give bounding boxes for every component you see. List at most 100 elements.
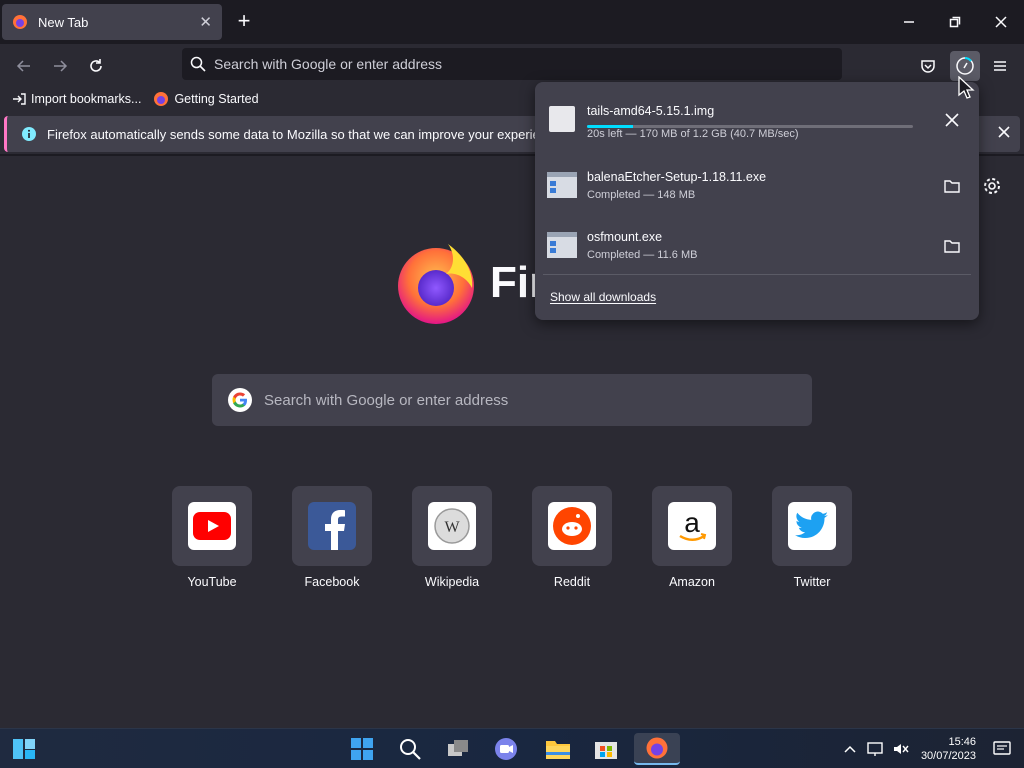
top-site-label: Wikipedia (424, 575, 480, 589)
download-filename: balenaEtcher-Setup-1.18.11.exe (587, 170, 767, 184)
windows-start-icon (351, 738, 373, 760)
file-icon (549, 106, 575, 132)
forward-arrow-icon (54, 60, 68, 72)
tab-close-button[interactable]: ✕ (199, 13, 212, 31)
top-site-facebook[interactable]: Facebook (292, 486, 372, 589)
panel-divider (543, 274, 971, 275)
top-site-label: Twitter (793, 575, 831, 589)
microsoft-store-button[interactable] (586, 733, 626, 765)
minimize-button[interactable] (886, 0, 932, 44)
clock[interactable]: 15:46 30/07/2023 (921, 735, 976, 763)
app-menu-button[interactable] (986, 52, 1014, 80)
clock-date: 30/07/2023 (920, 750, 976, 762)
top-site-label: YouTube (187, 575, 237, 589)
download-item[interactable]: balenaEtcher-Setup-1.18.11.exe Completed… (535, 156, 979, 216)
show-hidden-icons-button[interactable] (838, 733, 862, 765)
top-site-label: Reddit (553, 575, 591, 589)
task-view-icon (448, 740, 468, 756)
network-button[interactable] (862, 733, 888, 765)
firefox-icon (646, 737, 668, 759)
import-icon (13, 93, 26, 105)
navigation-toolbar (0, 44, 1024, 86)
firefox-icon (154, 92, 169, 106)
top-site-wikipedia[interactable]: W Wikipedia (412, 486, 492, 589)
search-icon (400, 739, 421, 760)
task-view-button[interactable] (438, 733, 478, 765)
firefox-logo-area: Fir (396, 240, 546, 326)
top-site-label: Facebook (304, 575, 360, 589)
minimize-icon (904, 21, 914, 23)
network-icon (867, 742, 883, 756)
notifications-button[interactable] (988, 733, 1016, 765)
reddit-icon (548, 502, 596, 550)
store-icon (595, 742, 617, 759)
taskbar: 15:46 30/07/2023 (0, 728, 1024, 768)
svg-text:W: W (444, 519, 460, 536)
speaker-muted-icon (894, 744, 909, 754)
mouse-cursor-icon (958, 76, 975, 99)
newtab-search-input[interactable] (264, 391, 784, 409)
top-site-twitter[interactable]: Twitter (772, 486, 852, 589)
clock-time: 15:46 (948, 736, 976, 748)
chevron-up-icon (844, 745, 856, 753)
address-bar[interactable] (182, 48, 842, 80)
personalize-settings-button[interactable] (982, 176, 1002, 201)
forward-button[interactable] (46, 52, 74, 80)
show-all-downloads-link[interactable]: Show all downloads (550, 290, 656, 304)
search-icon (190, 56, 206, 72)
back-button[interactable] (10, 52, 38, 80)
bookmark-label: Import bookmarks... (31, 92, 142, 106)
download-filename: osfmount.exe (587, 230, 663, 244)
firefox-taskbar-button[interactable] (634, 733, 680, 765)
start-button[interactable] (342, 733, 382, 765)
exe-file-icon (547, 172, 577, 198)
notification-close-button[interactable] (996, 124, 1012, 143)
pocket-icon (921, 60, 935, 73)
downloads-panel: tails-amd64-5.15.1.img 20s left — 170 MB… (535, 82, 979, 320)
tab-title: New Tab (38, 14, 89, 30)
folder-icon (944, 240, 960, 253)
teams-chat-button[interactable] (486, 733, 526, 765)
address-input[interactable] (214, 56, 814, 72)
hamburger-menu-icon (994, 61, 1006, 71)
close-icon (995, 16, 1007, 28)
top-site-amazon[interactable]: a Amazon (652, 486, 732, 589)
widgets-button[interactable] (4, 733, 44, 765)
svg-text:a: a (684, 507, 700, 538)
tab-new-tab[interactable]: New Tab ✕ (2, 4, 222, 40)
search-taskbar-button[interactable] (390, 733, 430, 765)
newtab-search-box[interactable] (212, 374, 812, 426)
volume-button[interactable] (888, 733, 914, 765)
bookmark-import[interactable]: Import bookmarks... (12, 92, 141, 106)
restore-icon (949, 16, 961, 28)
top-site-youtube[interactable]: YouTube (172, 486, 252, 589)
top-sites: YouTube Facebook W Wikipedia Reddit a Am… (172, 486, 892, 589)
google-icon (228, 388, 252, 412)
pocket-button[interactable] (914, 52, 942, 80)
window-close-button[interactable] (978, 0, 1024, 44)
restore-button[interactable] (932, 0, 978, 44)
cancel-download-button[interactable] (939, 107, 965, 133)
download-status: 20s left — 170 MB of 1.2 GB (40.7 MB/sec… (587, 128, 799, 140)
widgets-icon (13, 739, 35, 759)
show-in-folder-button[interactable] (939, 233, 965, 259)
new-tab-button[interactable]: + (232, 10, 256, 34)
reload-icon (90, 59, 102, 72)
download-status: Completed — 148 MB (587, 189, 696, 201)
folder-icon (944, 180, 960, 193)
bookmark-getting-started[interactable]: Getting Started (153, 91, 259, 107)
download-item[interactable]: tails-amd64-5.15.1.img 20s left — 170 MB… (535, 90, 979, 150)
top-site-reddit[interactable]: Reddit (532, 486, 612, 589)
amazon-icon: a (668, 502, 716, 550)
show-in-folder-button[interactable] (939, 173, 965, 199)
reload-button[interactable] (82, 52, 110, 80)
folder-icon (546, 741, 570, 759)
exe-file-icon (547, 232, 577, 258)
file-explorer-button[interactable] (538, 733, 578, 765)
wikipedia-icon: W (428, 502, 476, 550)
youtube-icon (188, 502, 236, 550)
chat-icon (495, 738, 517, 760)
download-item[interactable]: osfmount.exe Completed — 11.6 MB (535, 216, 979, 276)
close-icon (998, 126, 1010, 138)
notification-center-icon (993, 741, 1011, 755)
